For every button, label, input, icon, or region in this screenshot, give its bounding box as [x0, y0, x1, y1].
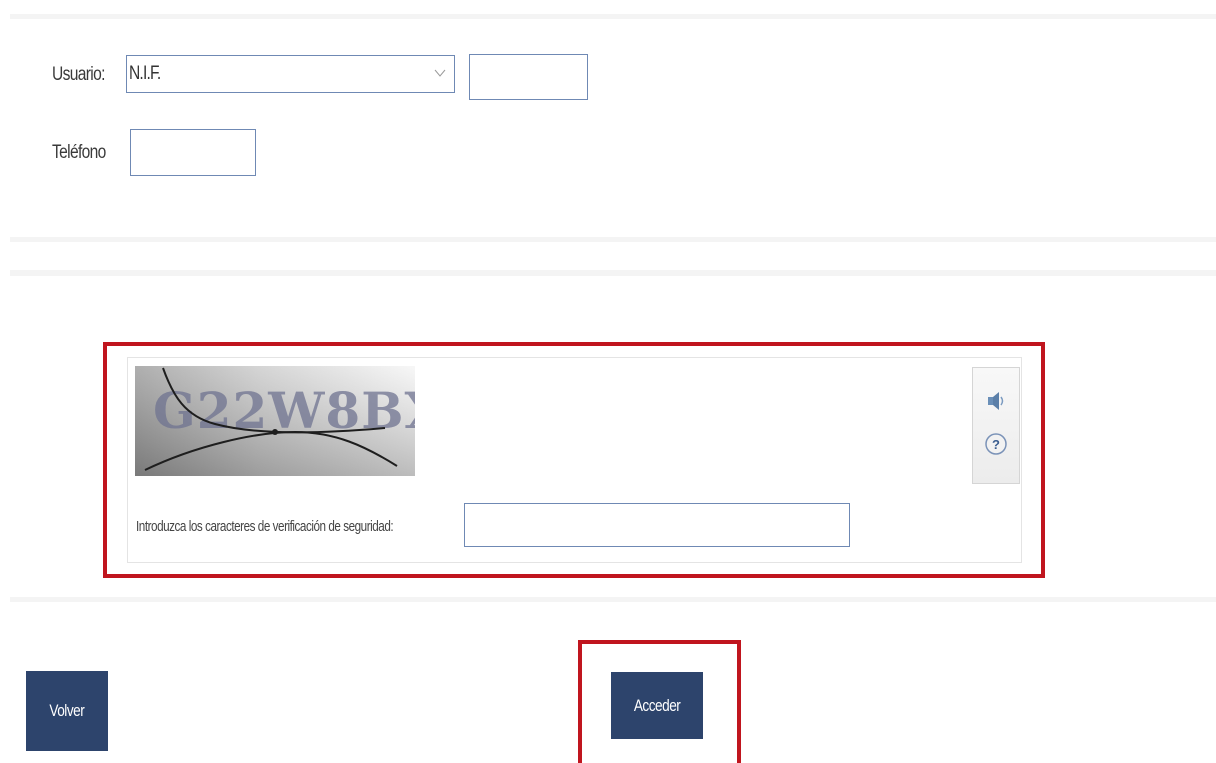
back-button[interactable]: Volver: [26, 671, 108, 751]
user-panel: [10, 14, 1216, 242]
user-row: Usuario:: [52, 55, 116, 95]
chevron-down-icon: [434, 69, 446, 77]
user-type-select[interactable]: N.I.F.: [126, 55, 455, 93]
phone-label: Teléfono: [52, 142, 106, 163]
login-page: Usuario: N.I.F. Teléfono G22W8BX: [0, 0, 1216, 763]
phone-input[interactable]: [130, 129, 256, 176]
verification-input[interactable]: [464, 503, 850, 547]
captcha-image: G22W8BX: [135, 366, 415, 476]
back-button-label: Volver: [49, 701, 85, 720]
svg-text:?: ?: [992, 437, 1000, 452]
login-button[interactable]: Acceder: [611, 672, 703, 739]
user-type-selected-value: N.I.F.: [129, 63, 161, 84]
captcha-tools: ?: [972, 367, 1020, 484]
captcha-text: G22W8BX: [153, 381, 415, 440]
verification-label: Introduzca los caracteres de verificació…: [136, 518, 394, 535]
question-mark-icon[interactable]: ?: [984, 432, 1008, 456]
phone-row: Teléfono: [52, 130, 117, 176]
user-id-input[interactable]: [469, 54, 588, 100]
speaker-icon[interactable]: [984, 388, 1008, 414]
login-button-label: Acceder: [633, 695, 681, 715]
user-label: Usuario:: [52, 64, 105, 85]
